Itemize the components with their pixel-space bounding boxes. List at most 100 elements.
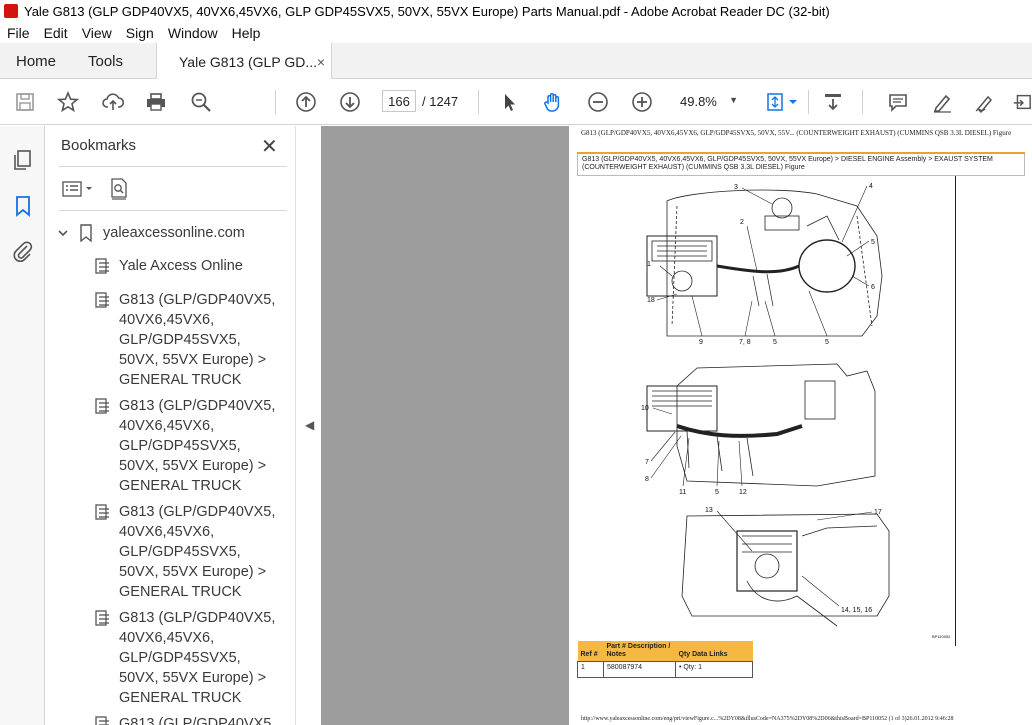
bookmark-item[interactable]: G813 (GLP/GDP40VX5,	[95, 714, 275, 725]
navigation-rail	[0, 126, 45, 725]
panel-collapse-handle[interactable]: ◀	[295, 126, 321, 725]
callout-label: 10	[641, 405, 649, 412]
bookmarks-title: Bookmarks	[61, 137, 137, 154]
bookmarks-panel: Bookmarks ✕ yaleaxcessonline.com Yale Ax…	[45, 126, 336, 725]
tab-close-icon[interactable]: ×	[317, 54, 325, 70]
bookmark-root[interactable]: yaleaxcessonline.com	[57, 222, 245, 244]
exhaust-system-figure: 1 2 3 4 5 6 18 9 7, 8 5 5 10 7 8 11 5 12…	[641, 183, 951, 639]
menu-view[interactable]: View	[75, 25, 119, 41]
bookmark-search-icon[interactable]	[109, 177, 131, 201]
rear-view-outline	[681, 513, 890, 617]
callout-label: 7, 8	[739, 339, 751, 346]
page-thumbnails-icon[interactable]	[11, 148, 35, 172]
engine-rear	[736, 530, 798, 592]
star-icon[interactable]	[55, 89, 81, 115]
zoom-search-icon[interactable]	[188, 89, 214, 115]
truck-frame-outline	[666, 189, 883, 337]
toolbar-separator	[862, 90, 863, 114]
zoom-in-icon[interactable]	[629, 89, 655, 115]
bookmark-item[interactable]: Yale Axcess Online	[95, 256, 275, 280]
callout-label: 7	[645, 459, 649, 466]
print-icon[interactable]	[143, 89, 169, 115]
menu-sign[interactable]: Sign	[119, 25, 161, 41]
pdf-page: G813 (GLP/GDP40VX5, 40VX6,45VX6, GLP/GDP…	[569, 126, 1032, 725]
upload-cloud-icon[interactable]	[100, 89, 126, 115]
breadcrumb-accent	[577, 152, 1025, 154]
tab-document[interactable]: Yale G813 (GLP GD... ×	[156, 43, 332, 80]
engine-side	[646, 385, 718, 432]
callout-label: 5	[773, 339, 777, 346]
column-header: Ref #	[577, 641, 604, 662]
callout-label: 4	[869, 183, 873, 190]
save-icon[interactable]	[12, 89, 38, 115]
table-cell: 1	[577, 661, 604, 678]
bookmark-page-icon	[95, 716, 109, 725]
bookmarks-toolbar	[59, 176, 287, 202]
callout-label: 17	[874, 509, 882, 516]
document-viewer-background	[321, 126, 569, 725]
tab-document-label: Yale G813 (GLP GD...	[179, 53, 317, 70]
close-icon[interactable]: ✕	[261, 134, 278, 159]
bookmark-icon[interactable]	[11, 194, 35, 218]
chevron-down-icon[interactable]	[57, 227, 69, 239]
callout-label: 6	[871, 284, 875, 291]
share-icon[interactable]	[1012, 89, 1032, 115]
select-cursor-icon[interactable]	[497, 89, 523, 115]
callout-label: 5	[825, 339, 829, 346]
side-view-outline	[676, 363, 876, 487]
bookmark-item[interactable]: G813 (GLP/GDP40VX5, 40VX6,45VX6, GLP/GDP…	[95, 290, 275, 392]
table-cell: 580087974	[603, 661, 676, 678]
menu-help[interactable]: Help	[225, 25, 268, 41]
page-down-icon[interactable]	[337, 89, 363, 115]
attachment-icon[interactable]	[11, 239, 35, 263]
engine-block	[646, 235, 718, 297]
figure-frame-line	[955, 176, 956, 646]
tab-tools[interactable]: Tools	[88, 43, 123, 79]
bookmark-item[interactable]: G813 (GLP/GDP40VX5, 40VX6,45VX6, GLP/GDP…	[95, 396, 275, 498]
bookmark-page-icon	[95, 292, 109, 308]
callout-label: 5	[715, 489, 719, 496]
menu-file[interactable]: File	[0, 25, 37, 41]
chevron-left-icon[interactable]: ◀	[305, 418, 314, 432]
menu-edit[interactable]: Edit	[37, 25, 75, 41]
page-breadcrumb: G813 (GLP/GDP40VX5, 40VX6,45VX6, GLP/GDP…	[577, 152, 1025, 176]
toolbar-separator	[478, 90, 479, 114]
bookmark-item-label: G813 (GLP/GDP40VX5, 40VX6,45VX6, GLP/GDP…	[119, 504, 276, 600]
scroll-mode-icon[interactable]	[820, 89, 846, 115]
toolbar-separator	[275, 90, 276, 114]
window-title: Yale G813 (GLP GDP40VX5, 40VX6,45VX6, GL…	[24, 3, 830, 19]
menu-bar: File Edit View Sign Window Help	[0, 22, 1032, 43]
figure-id: BP110052	[932, 634, 951, 639]
bookmark-item-label: G813 (GLP/GDP40VX5, 40VX6,45VX6, GLP/GDP…	[119, 292, 276, 388]
bookmark-page-icon	[95, 504, 109, 520]
chevron-down-icon: ▼	[729, 95, 738, 105]
bookmark-page-icon	[95, 610, 109, 626]
zoom-out-icon[interactable]	[585, 89, 611, 115]
bookmark-tree: yaleaxcessonline.com Yale Axcess Online …	[45, 222, 277, 725]
acrobat-app-icon	[4, 4, 18, 18]
callout-label: 18	[647, 297, 655, 304]
page-up-icon[interactable]	[293, 89, 319, 115]
column-header: Qty Data Links	[675, 641, 753, 662]
bookmark-options-icon[interactable]	[61, 178, 97, 200]
comment-icon[interactable]	[885, 89, 911, 115]
window-titlebar: Yale G813 (GLP GDP40VX5, 40VX6,45VX6, GL…	[0, 0, 1032, 22]
bookmark-item-label: G813 (GLP/GDP40VX5, 40VX6,45VX6, GLP/GDP…	[119, 398, 276, 494]
zoom-select[interactable]: 49.8% ▼	[672, 90, 744, 112]
bookmark-item[interactable]: G813 (GLP/GDP40VX5, 40VX6,45VX6, GLP/GDP…	[95, 608, 275, 710]
sign-icon[interactable]	[972, 89, 998, 115]
tab-bar: Home Tools Yale G813 (GLP GD... ×	[0, 43, 1032, 80]
callout-label: 3	[734, 184, 738, 191]
hand-tool-icon[interactable]	[540, 89, 566, 115]
menu-window[interactable]: Window	[161, 25, 225, 41]
page-fit-icon[interactable]	[764, 89, 800, 115]
zoom-value: 49.8%	[680, 93, 717, 109]
muffler-cap	[771, 197, 793, 219]
callout-label: 9	[699, 339, 703, 346]
bookmark-item[interactable]: G813 (GLP/GDP40VX5, 40VX6,45VX6, GLP/GDP…	[95, 502, 275, 604]
main-toolbar	[0, 79, 1032, 125]
page-number-input[interactable]: 166	[382, 90, 416, 112]
tab-home[interactable]: Home	[16, 43, 56, 79]
page-header-text: G813 (GLP/GDP40VX5, 40VX6,45VX6, GLP/GDP…	[581, 129, 1012, 137]
highlight-pen-icon[interactable]	[929, 89, 955, 115]
